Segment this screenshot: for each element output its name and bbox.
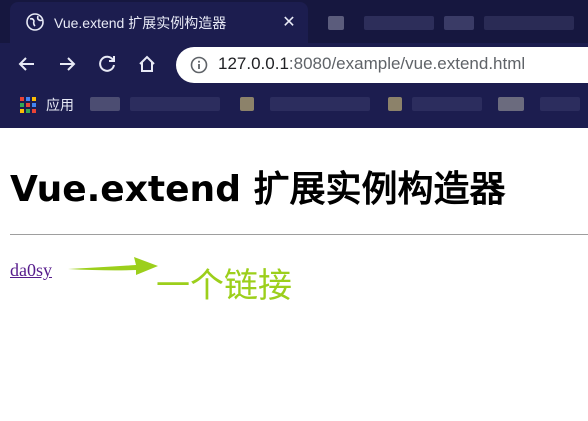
annotation-text: 一个链接 [156,266,292,306]
address-bar[interactable]: 127.0.0.1:8080/example/vue.extend.html [176,47,588,83]
page-title: Vue.extend 扩展实例构造器 [10,169,506,210]
annotation-arrow-icon [68,257,158,275]
globe-icon [26,13,44,31]
back-arrow-icon[interactable] [14,51,40,77]
blurred-bookmark[interactable] [412,97,482,111]
forward-arrow-icon[interactable] [54,51,80,77]
url-host: 127.0.0.1 [218,54,289,73]
blurred-text [444,16,474,30]
close-tab-icon[interactable]: ✕ [278,11,300,33]
blurred-bookmark-icon[interactable] [240,97,254,111]
tab-strip: Vue.extend 扩展实例构造器 ✕ [0,0,588,43]
bookmarks-bar: 应用 [0,89,588,121]
url-text[interactable]: 127.0.0.1:8080/example/vue.extend.html [218,54,525,74]
active-tab[interactable]: Vue.extend 扩展实例构造器 ✕ [10,2,308,43]
home-icon[interactable] [134,51,160,77]
background-tab-blurred[interactable] [314,6,588,40]
info-icon[interactable] [190,56,208,74]
blurred-text [364,16,434,30]
blurred-bookmark[interactable] [540,97,580,111]
apps-grid-icon[interactable] [20,97,36,113]
apps-label[interactable]: 应用 [46,95,74,115]
blurred-bookmark[interactable] [130,97,220,111]
url-path: :8080/example/vue.extend.html [288,54,526,73]
blurred-bookmark[interactable] [498,97,524,111]
horizontal-divider [10,234,588,235]
browser-chrome: Vue.extend 扩展实例构造器 ✕ 127.0.0.1:8080/exam… [0,0,588,128]
blurred-bookmark[interactable] [90,97,120,111]
blurred-favicon [328,16,344,30]
tab-title: Vue.extend 扩展实例构造器 [54,15,227,31]
blurred-bookmark-icon[interactable] [388,97,402,111]
da0sy-link[interactable]: da0sy [10,260,52,281]
reload-icon[interactable] [94,51,120,77]
blurred-bookmark[interactable] [270,97,370,111]
blurred-text [484,16,574,30]
